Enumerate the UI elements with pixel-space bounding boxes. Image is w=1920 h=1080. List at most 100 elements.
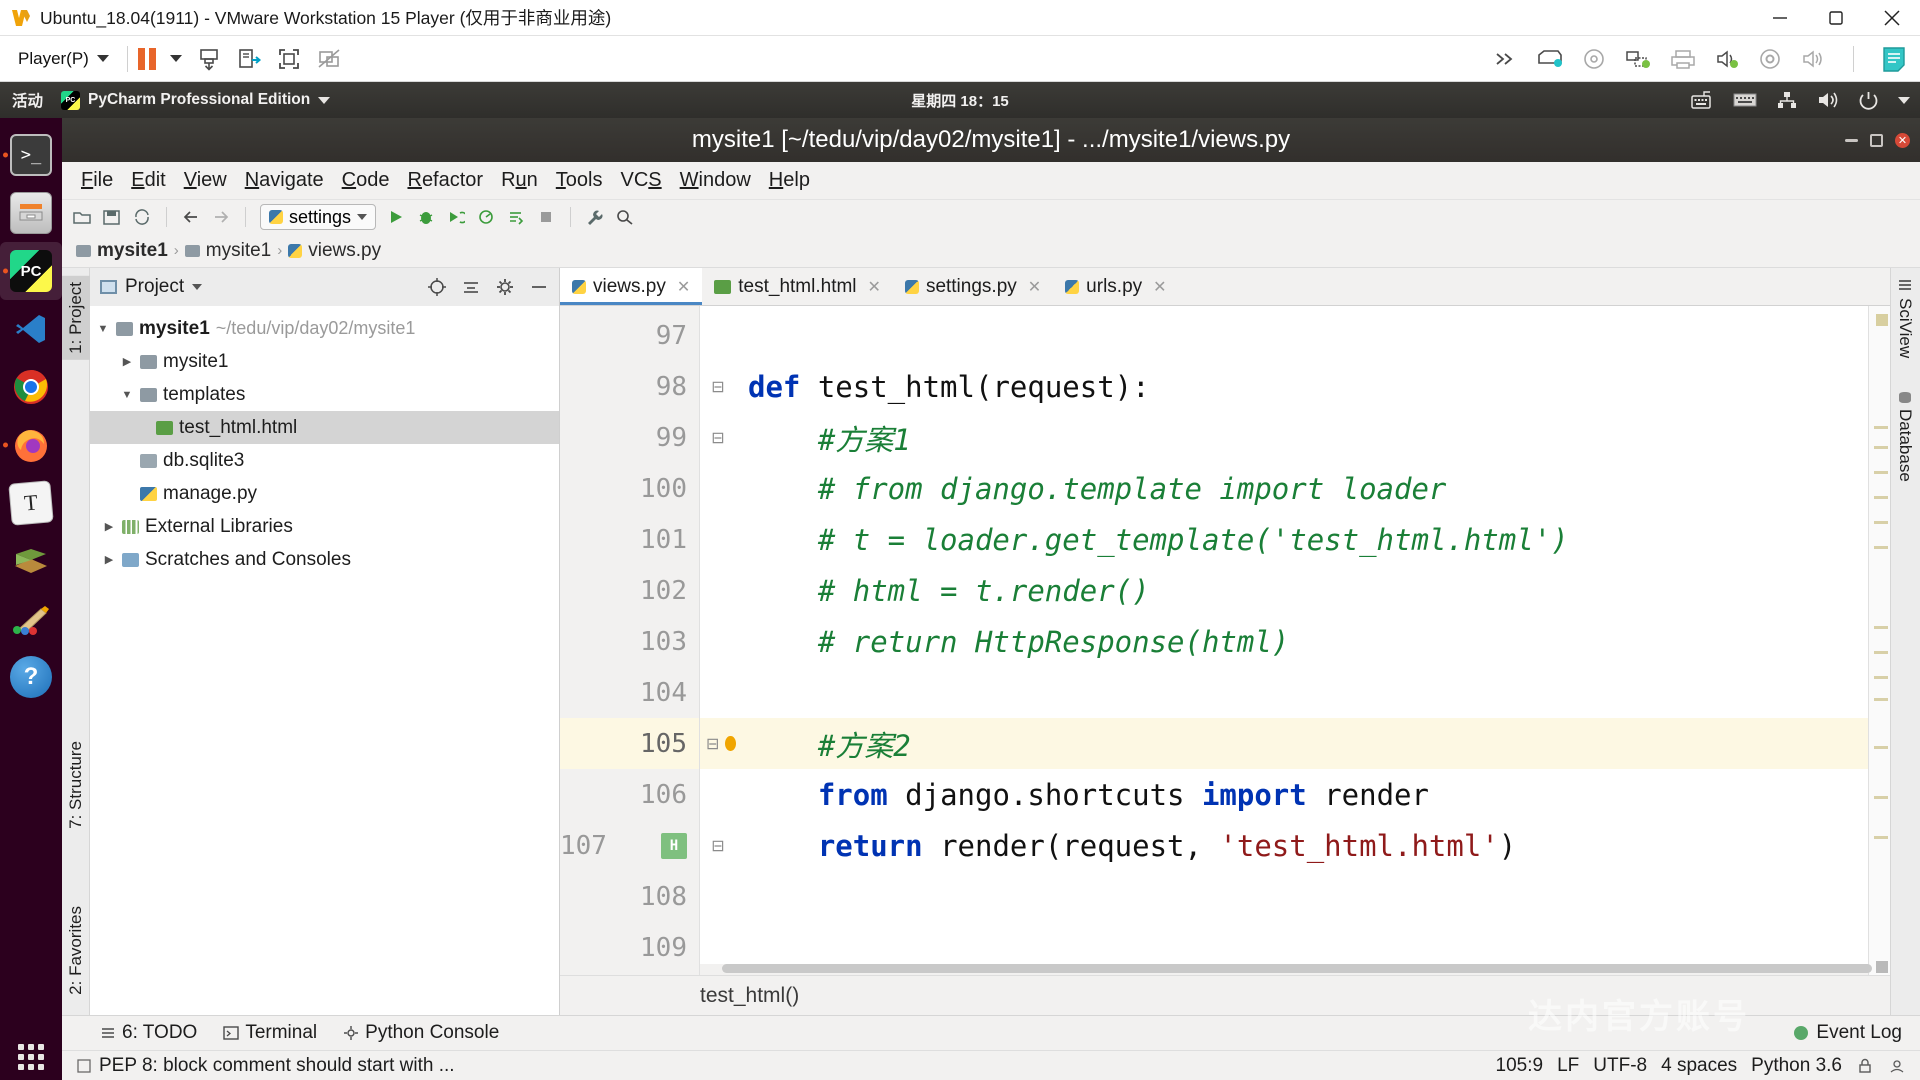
- back-arrow-icon[interactable]: [181, 207, 201, 227]
- power-icon[interactable]: [1858, 90, 1880, 110]
- lock-icon[interactable]: [1856, 1057, 1874, 1075]
- onscreen-keyboard-icon[interactable]: [1690, 90, 1714, 110]
- chevron-right-icon[interactable]: ▶: [102, 553, 116, 566]
- code-line[interactable]: # from django.template import loader: [700, 463, 1868, 514]
- intention-bulb-icon[interactable]: [725, 736, 736, 751]
- run-configuration-selector[interactable]: settings: [260, 204, 376, 230]
- cd-dvd-icon[interactable]: [1581, 47, 1607, 71]
- html-marker-icon[interactable]: H: [661, 833, 687, 859]
- editor-breadcrumb[interactable]: test_html(): [560, 975, 1890, 1015]
- dock-item-firefox[interactable]: [0, 416, 62, 474]
- dock-item-terminal[interactable]: >_: [0, 126, 62, 184]
- menu-edit[interactable]: Edit: [122, 167, 174, 194]
- line-number[interactable]: 104: [560, 667, 699, 718]
- code-line[interactable]: # t = loader.get_template('test_html.htm…: [700, 514, 1868, 565]
- close-icon[interactable]: ✕: [1028, 277, 1041, 297]
- notes-icon[interactable]: [1880, 45, 1908, 73]
- line-number[interactable]: 110: [560, 973, 699, 975]
- show-applications-button[interactable]: [0, 1044, 62, 1070]
- tab-settings-py[interactable]: settings.py ✕: [893, 268, 1053, 305]
- sidebar-item-sciview[interactable]: SciView: [1891, 274, 1919, 364]
- line-number[interactable]: 106: [560, 769, 699, 820]
- close-icon[interactable]: ✕: [1153, 277, 1166, 297]
- restore-icon[interactable]: [1808, 0, 1864, 36]
- menu-refactor[interactable]: Refactor: [398, 167, 492, 194]
- tool-window-python-console[interactable]: Python Console: [343, 1022, 499, 1044]
- sidebar-item-structure[interactable]: 7: Structure: [62, 735, 90, 835]
- fold-toggle-icon[interactable]: ⊟: [700, 820, 736, 871]
- collapse-all-icon[interactable]: [461, 277, 481, 297]
- menu-run[interactable]: Run: [492, 167, 547, 194]
- activities-button[interactable]: 活动: [12, 89, 43, 111]
- line-number[interactable]: 105: [560, 718, 699, 769]
- chevron-down-icon[interactable]: [1898, 97, 1910, 104]
- chevron-down-icon[interactable]: [192, 284, 202, 290]
- player-menu-button[interactable]: Player(P): [10, 49, 117, 69]
- chevron-right-icon[interactable]: ▶: [120, 355, 134, 368]
- clock[interactable]: 星期四 18：15: [911, 90, 1009, 111]
- optical-drive-icon[interactable]: [1757, 47, 1783, 71]
- input-method-icon[interactable]: [1732, 91, 1758, 109]
- menu-file[interactable]: File: [72, 167, 122, 194]
- menu-tools[interactable]: Tools: [547, 167, 612, 194]
- event-log-button[interactable]: Event Log: [1794, 1022, 1920, 1044]
- menu-help[interactable]: Help: [760, 167, 819, 194]
- forward-arrow-icon[interactable]: [211, 207, 231, 227]
- breadcrumb-item-0[interactable]: mysite1: [97, 240, 168, 262]
- tree-item-test-html[interactable]: test_html.html: [90, 411, 559, 444]
- close-icon[interactable]: [1864, 0, 1920, 36]
- send-key-icon[interactable]: [196, 46, 222, 72]
- fold-toggle-icon[interactable]: ⊟: [700, 718, 736, 769]
- gear-icon[interactable]: [495, 277, 515, 297]
- chevron-down-icon[interactable]: ▼: [120, 389, 134, 401]
- tree-item-manage-py[interactable]: manage.py: [90, 477, 559, 510]
- menu-code[interactable]: Code: [333, 167, 399, 194]
- close-icon[interactable]: ✕: [868, 277, 881, 297]
- chevron-right-icon[interactable]: ▶: [102, 520, 116, 533]
- speaker-icon[interactable]: [1799, 47, 1827, 71]
- hide-icon[interactable]: [1888, 1057, 1906, 1075]
- dock-item-help[interactable]: ?: [0, 648, 62, 706]
- code-line[interactable]: return render(request, 'test_html.html'): [700, 820, 1868, 871]
- line-number[interactable]: 97: [560, 310, 699, 361]
- python-interpreter[interactable]: Python 3.6: [1751, 1055, 1842, 1077]
- code-line[interactable]: from django.shortcuts import render: [700, 769, 1868, 820]
- stop-icon[interactable]: [536, 207, 556, 227]
- chevron-double-right-icon[interactable]: [1493, 49, 1519, 69]
- code-line[interactable]: [700, 310, 1868, 361]
- save-all-icon[interactable]: [102, 207, 122, 227]
- volume-icon[interactable]: [1816, 90, 1840, 110]
- code-line[interactable]: #方案2: [700, 718, 1868, 769]
- close-icon[interactable]: ✕: [1895, 133, 1910, 148]
- fullscreen-icon[interactable]: [276, 46, 302, 72]
- debug-icon[interactable]: [416, 207, 436, 227]
- line-separator[interactable]: LF: [1557, 1055, 1579, 1077]
- search-icon[interactable]: [615, 207, 635, 227]
- open-folder-icon[interactable]: [72, 207, 92, 227]
- close-icon[interactable]: ✕: [677, 277, 690, 297]
- dock-item-pycharm[interactable]: PC: [0, 242, 62, 300]
- tab-test-html-html[interactable]: test_html.html ✕: [702, 268, 893, 305]
- file-encoding[interactable]: UTF-8: [1593, 1055, 1647, 1077]
- code-line[interactable]: # html = t.render(): [700, 565, 1868, 616]
- tree-item-mysite1-root[interactable]: ▼ mysite1 ~/tedu/vip/day02/mysite1: [90, 312, 559, 345]
- line-number[interactable]: 108: [560, 871, 699, 922]
- code-line[interactable]: # return HttpResponse(html): [700, 616, 1868, 667]
- caret-position[interactable]: 105:9: [1496, 1055, 1544, 1077]
- menu-view[interactable]: View: [175, 167, 236, 194]
- horizontal-scrollbar[interactable]: [700, 964, 1868, 975]
- line-number[interactable]: 101: [560, 514, 699, 565]
- locate-icon[interactable]: [427, 277, 447, 297]
- menu-vcs[interactable]: VCS: [612, 167, 671, 194]
- minimize-icon[interactable]: [1845, 139, 1858, 142]
- code-viewport[interactable]: 979899100101102103104105106107H108109110…: [560, 306, 1890, 975]
- network-icon[interactable]: [1776, 90, 1798, 110]
- dock-item-chrome[interactable]: [0, 358, 62, 416]
- sidebar-item-favorites[interactable]: 2: Favorites: [62, 900, 90, 1001]
- tree-item-templates[interactable]: ▼ templates: [90, 378, 559, 411]
- error-stripe[interactable]: [1868, 306, 1890, 975]
- dock-item-gimp[interactable]: [0, 590, 62, 648]
- sync-icon[interactable]: [132, 207, 152, 227]
- pause-icon[interactable]: [138, 48, 156, 70]
- line-number[interactable]: 107H: [560, 820, 699, 871]
